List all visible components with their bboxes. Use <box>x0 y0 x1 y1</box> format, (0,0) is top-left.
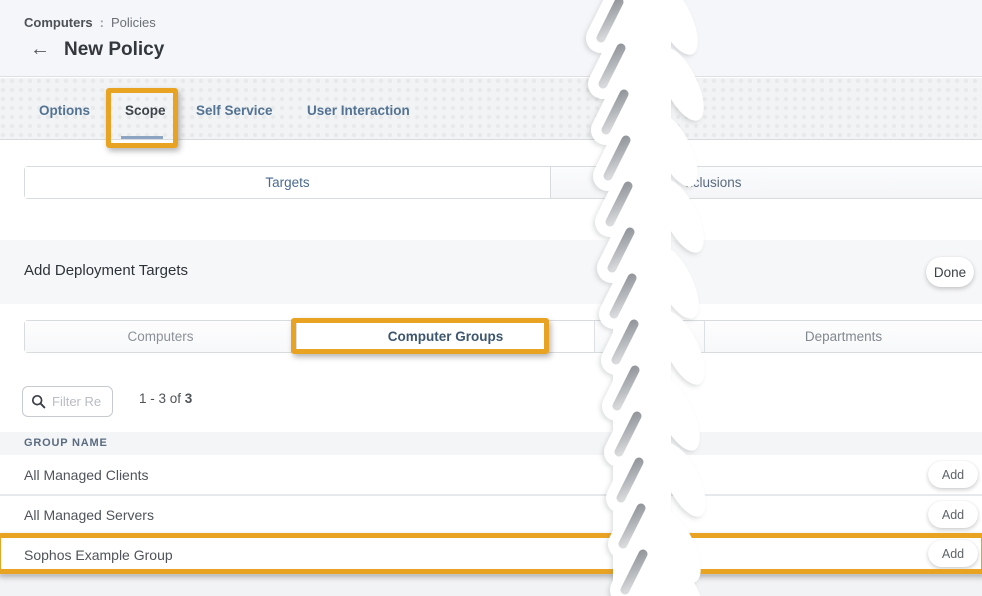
tab-self-service[interactable]: Self Service <box>196 103 273 118</box>
add-button[interactable]: Add <box>928 461 978 488</box>
target-tab-departments[interactable]: Departments <box>705 321 982 352</box>
page-title: New Policy <box>64 39 164 61</box>
group-name-sophos-example-group: Sophos Example Group <box>24 547 173 563</box>
filter-field[interactable] <box>22 386 113 417</box>
table-row: All Managed Servers <box>0 496 982 536</box>
target-tab-computer-groups[interactable]: Computer Groups <box>297 321 595 352</box>
group-name-all-managed-servers: All Managed Servers <box>24 507 154 523</box>
selected-tab-underline <box>121 136 163 139</box>
result-count: 1 - 3 of 3 <box>139 391 192 406</box>
add-button[interactable]: Add <box>928 540 978 567</box>
scope-subtab-bar: Targets xclusions <box>24 166 982 199</box>
back-arrow-icon[interactable]: ← <box>30 38 50 60</box>
tab-user-interaction[interactable]: User Interaction <box>307 103 410 118</box>
breadcrumb: Computers: Policies <box>24 15 156 30</box>
column-header-group-name: GROUP NAME <box>24 437 108 449</box>
table-row: Sophos Example Group <box>0 536 982 574</box>
add-targets-title: Add Deployment Targets <box>24 262 188 279</box>
breadcrumb-computers[interactable]: Computers <box>24 15 93 30</box>
target-tab-hidden[interactable] <box>595 321 705 352</box>
policy-editor-page: Computers: Policies ← New Policy Options … <box>0 0 982 596</box>
target-type-tab-bar: Computers Computer Groups Departments <box>24 320 982 353</box>
tab-options[interactable]: Options <box>39 103 90 118</box>
page-header: Computers: Policies ← New Policy <box>0 0 982 77</box>
add-button[interactable]: Add <box>928 501 978 528</box>
bottom-band <box>0 575 982 596</box>
breadcrumb-policies[interactable]: Policies <box>111 15 156 30</box>
search-icon <box>31 394 46 409</box>
filter-input[interactable] <box>52 394 104 409</box>
breadcrumb-separator: : <box>100 15 104 30</box>
done-button[interactable]: Done <box>926 257 974 287</box>
group-name-all-managed-clients: All Managed Clients <box>24 467 149 483</box>
table-row: All Managed Clients <box>0 456 982 496</box>
result-total: 3 <box>185 391 193 406</box>
target-tab-computers[interactable]: Computers <box>25 321 297 352</box>
policy-tab-bar: Options Scope Self Service User Interact… <box>0 78 982 140</box>
subtab-targets[interactable]: Targets <box>25 167 551 198</box>
table-header-band <box>0 432 982 455</box>
tab-scope[interactable]: Scope <box>125 103 166 118</box>
result-range: 1 - 3 of <box>139 391 181 406</box>
subtab-exclusions[interactable]: xclusions <box>551 167 982 198</box>
